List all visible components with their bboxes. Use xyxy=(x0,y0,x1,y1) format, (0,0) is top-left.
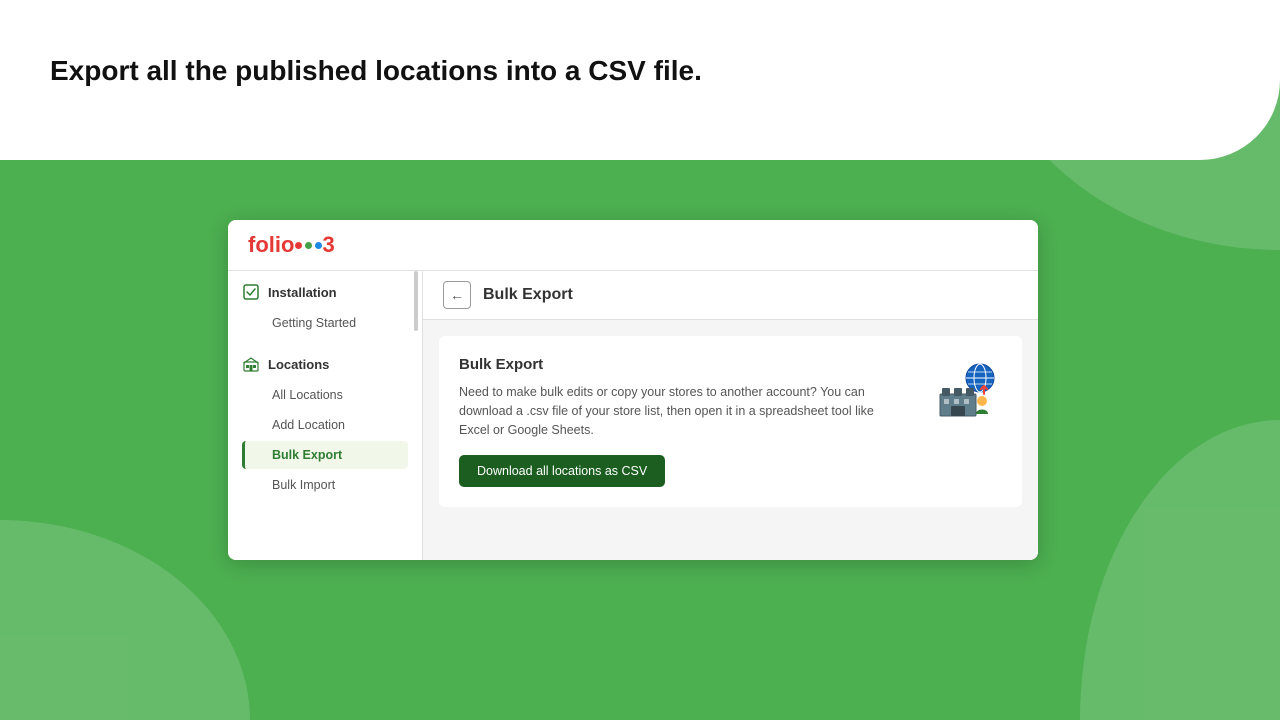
logo-dot-red xyxy=(295,242,302,249)
content-title: Bulk Export xyxy=(483,286,573,304)
export-illustration-icon xyxy=(932,356,1002,426)
logo-dot-blue xyxy=(315,242,322,249)
bulk-export-card: Bulk Export Need to make bulk edits or c… xyxy=(439,336,1022,507)
sidebar-item-all-locations[interactable]: All Locations xyxy=(242,381,408,409)
checkbox-icon xyxy=(242,283,260,301)
app-body: Installation Getting Started xyxy=(228,271,1038,560)
sidebar-item-bulk-export[interactable]: Bulk Export xyxy=(242,441,408,469)
bulk-export-card-title: Bulk Export xyxy=(459,356,912,373)
back-button[interactable]: ← xyxy=(443,281,471,309)
page-description: Export all the published locations into … xyxy=(50,55,702,87)
logo-number: 3 xyxy=(322,232,334,258)
section-title-installation: Installation xyxy=(268,285,337,300)
sidebar-item-getting-started[interactable]: Getting Started xyxy=(242,309,408,337)
sidebar-item-bulk-import[interactable]: Bulk Import xyxy=(242,471,408,499)
logo-dot-green xyxy=(305,242,312,249)
app-window: folio 3 Installation xyxy=(228,220,1038,560)
main-content: ← Bulk Export Bulk Export Need to make b… xyxy=(423,271,1038,560)
section-title-locations: Locations xyxy=(268,357,329,372)
bulk-export-info: Bulk Export Need to make bulk edits or c… xyxy=(459,356,912,487)
building-icon xyxy=(242,355,260,373)
sidebar-section-installation: Installation Getting Started xyxy=(228,271,422,343)
sidebar-section-locations: Locations All Locations Add Location Bul… xyxy=(228,343,422,505)
content-body: Bulk Export Need to make bulk edits or c… xyxy=(423,320,1038,560)
sidebar-item-add-location[interactable]: Add Location xyxy=(242,411,408,439)
app-header: folio 3 xyxy=(228,220,1038,271)
logo-text: folio xyxy=(248,232,294,258)
section-header-locations: Locations xyxy=(242,355,408,373)
sidebar: Installation Getting Started xyxy=(228,271,423,560)
section-header-installation: Installation xyxy=(242,283,408,301)
content-header: ← Bulk Export xyxy=(423,271,1038,320)
scroll-indicator xyxy=(414,271,418,331)
bulk-export-description: Need to make bulk edits or copy your sto… xyxy=(459,383,899,439)
logo-dots xyxy=(295,242,322,249)
download-csv-button[interactable]: Download all locations as CSV xyxy=(459,455,665,487)
